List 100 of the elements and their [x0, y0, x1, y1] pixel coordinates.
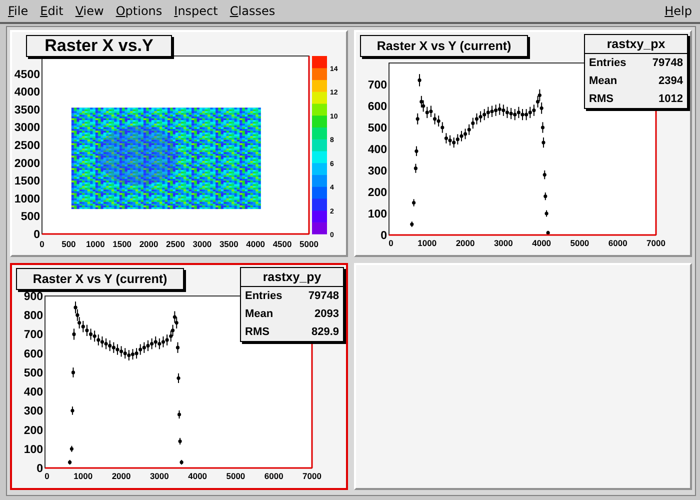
- axis-tick-label: 3000: [192, 239, 212, 249]
- point: [81, 324, 85, 328]
- axis-tick-label: 700: [24, 329, 43, 342]
- point: [420, 100, 424, 104]
- data-point: [540, 122, 545, 134]
- axis-tick-label: 4500: [14, 68, 40, 81]
- axis-tick-label: 5000: [300, 239, 318, 249]
- axis-tick-label: 2500: [166, 239, 185, 249]
- axis-tick-label: 0: [44, 471, 50, 481]
- data-point: [70, 445, 74, 452]
- plot-pad[interactable]: [354, 263, 692, 490]
- point: [463, 132, 468, 136]
- stats-title: rastxy_py: [241, 268, 343, 287]
- data-point: [412, 198, 416, 207]
- help-menu[interactable]: Help: [658, 4, 698, 18]
- point: [494, 108, 498, 112]
- point: [440, 126, 444, 130]
- point: [174, 320, 178, 325]
- data-point: [544, 192, 548, 201]
- stats-value: 79748: [652, 57, 683, 69]
- point: [176, 346, 180, 350]
- point: [146, 344, 150, 348]
- point: [154, 340, 158, 344]
- point: [169, 334, 173, 338]
- point: [444, 136, 448, 140]
- point: [100, 340, 104, 344]
- axis-tick-label: 4000: [246, 239, 266, 249]
- point: [130, 352, 135, 356]
- point: [165, 338, 169, 342]
- plot-title: Raster X vs.Y: [26, 35, 172, 57]
- data-point: [418, 74, 422, 87]
- point: [429, 110, 433, 114]
- stats-label: RMS: [245, 326, 270, 338]
- menu-item[interactable]: Inspect: [168, 4, 224, 18]
- axis-tick-label: 0: [40, 239, 44, 249]
- point: [524, 112, 528, 116]
- axis-tick-label: 7000: [646, 238, 666, 248]
- stats-label: Entries: [245, 290, 282, 302]
- point: [161, 340, 166, 344]
- axis-tick-label: 1500: [14, 176, 40, 188]
- axis-tick-label: 200: [24, 424, 43, 437]
- axis-tick-label: 500: [20, 211, 40, 224]
- axis-tick-label: 0: [388, 238, 394, 248]
- data-point: [542, 136, 546, 148]
- axis-tick-label: 3500: [14, 104, 40, 116]
- point: [460, 134, 464, 138]
- stats-value: 1012: [658, 93, 683, 105]
- menu-item[interactable]: Edit: [34, 4, 70, 18]
- point: [88, 332, 93, 336]
- point: [142, 346, 146, 350]
- axis-tick-label: 3000: [150, 471, 169, 481]
- point: [509, 112, 513, 116]
- point: [540, 106, 544, 110]
- axis-tick-label: 0: [34, 229, 40, 241]
- plot-pad[interactable]: 0 100 200 300 400 500 600 700 800 900 0 1000 2000 3000 4000 5000 6000 7000 Raster X vs Y (current) rastxy_py Entries 79748 Mean 2093 RMS 829.9: [10, 263, 348, 490]
- menu-item[interactable]: Classes: [224, 4, 282, 18]
- axis-tick-label: 3500: [219, 239, 238, 249]
- point: [150, 342, 154, 346]
- point: [502, 108, 506, 112]
- axis-tick-label: 6000: [608, 238, 628, 248]
- point: [158, 342, 162, 346]
- point: [414, 166, 418, 170]
- axis-tick-label: 4000: [14, 86, 40, 99]
- point: [76, 313, 80, 317]
- axis-tick-label: 2000: [456, 238, 475, 248]
- axis-tick-label: 500: [368, 122, 387, 134]
- stats-title: rastxy_px: [585, 35, 687, 54]
- plot-pad[interactable]: 0 100 200 300 400 500 600 700 0 1000 2000 3000 4000 5000 6000 7000 Raster X vs Y (current) rastxy_px Entries 79748 Mean 2394 RMS 1012: [354, 30, 692, 257]
- data-point: [542, 170, 546, 180]
- data-point: [70, 406, 74, 416]
- point: [478, 114, 482, 119]
- point: [540, 126, 545, 130]
- point: [436, 119, 440, 123]
- point: [498, 107, 502, 112]
- data-point: [176, 372, 180, 384]
- data-point: [68, 459, 72, 466]
- point: [418, 78, 422, 82]
- axis-tick-label: 100: [368, 208, 387, 220]
- data-point: [180, 459, 184, 466]
- point: [104, 342, 108, 346]
- point: [528, 110, 532, 114]
- point: [513, 112, 517, 116]
- point: [119, 350, 124, 354]
- axis-tick-label: 2000: [14, 158, 40, 170]
- menu-item[interactable]: Options: [110, 4, 168, 18]
- point: [414, 149, 418, 153]
- axis-tick-label: 500: [62, 239, 76, 249]
- point: [544, 194, 548, 198]
- point: [112, 346, 116, 350]
- stats-label: Mean: [589, 75, 618, 87]
- axis-tick-label: 5000: [226, 471, 246, 481]
- point: [74, 306, 78, 310]
- point: [127, 353, 131, 358]
- point: [85, 328, 89, 332]
- menu-item[interactable]: View: [69, 4, 110, 18]
- axis-tick-label: 600: [24, 348, 43, 360]
- point: [538, 93, 542, 98]
- axis-tick-label: 300: [24, 406, 43, 418]
- point: [448, 138, 452, 142]
- menu-item[interactable]: File: [2, 4, 34, 18]
